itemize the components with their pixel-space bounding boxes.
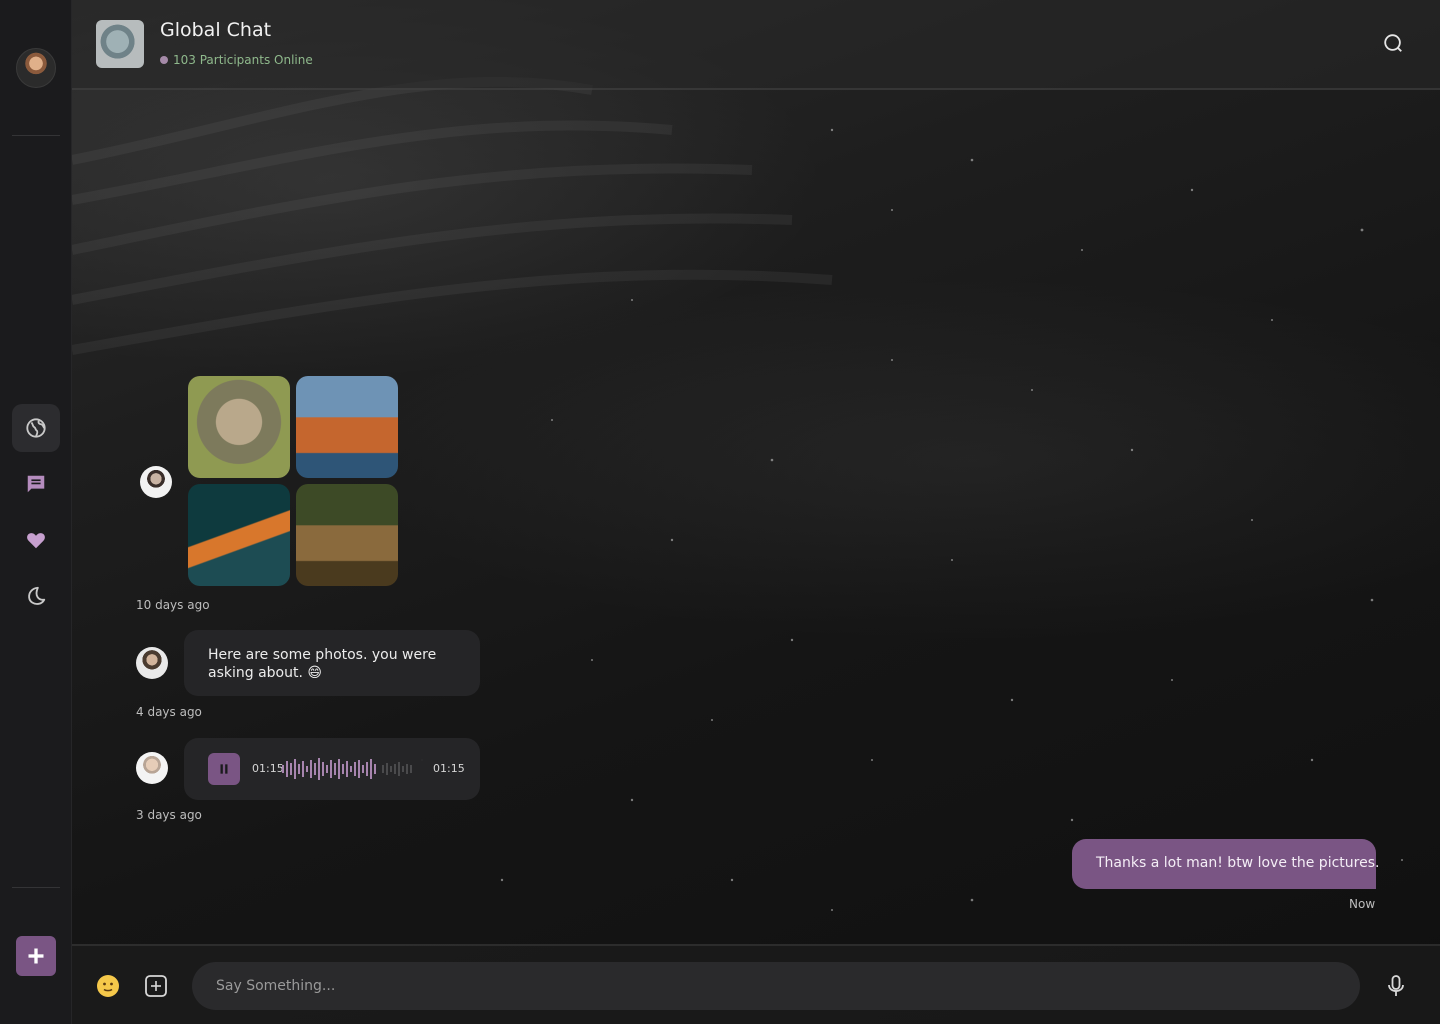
user-avatar[interactable] (16, 48, 56, 88)
online-count: 103 Participants Online (173, 53, 313, 67)
sidebar-item-messages[interactable] (12, 460, 60, 508)
sidebar-divider (12, 887, 60, 888)
moon-icon (28, 586, 46, 605)
message-timestamp: Now (1349, 897, 1376, 911)
audio-waveform[interactable] (282, 756, 422, 782)
message-composer (72, 944, 1440, 1024)
message-timestamp: 10 days ago (136, 598, 210, 612)
sidebar-divider (12, 135, 60, 136)
add-attachment-icon[interactable] (144, 974, 168, 998)
search-icon[interactable] (1382, 32, 1404, 54)
chat-title: Global Chat (160, 19, 272, 41)
photo-gallery (188, 376, 398, 588)
chat-area: Global Chat 103 Participants Online 10 d… (72, 0, 1440, 1024)
voice-message: 01:15 01:15 (184, 738, 480, 800)
chat-app: Global Chat 103 Participants Online 10 d… (0, 0, 1440, 1024)
online-status: 103 Participants Online (160, 53, 313, 67)
message-bubble: Here are some photos. you were asking ab… (184, 630, 480, 696)
message-timestamp: 3 days ago (136, 808, 202, 822)
microphone-icon[interactable] (1384, 974, 1408, 998)
photo-marmot[interactable] (188, 376, 290, 478)
new-chat-button[interactable] (16, 936, 56, 976)
voice-elapsed: 01:15 (252, 762, 284, 775)
sidebar-item-favorites[interactable] (12, 516, 60, 564)
sent-message-bubble: Thanks a lot man! btw love the pictures. (1072, 839, 1379, 889)
globe-icon (26, 418, 46, 438)
voice-duration: 01:15 (433, 762, 465, 775)
sidebar (0, 0, 72, 1024)
message-timestamp: 4 days ago (136, 705, 202, 719)
sidebar-item-global[interactable] (12, 404, 60, 452)
pause-button[interactable] (208, 753, 240, 785)
emoji-icon[interactable] (96, 974, 120, 998)
sender-avatar[interactable] (136, 752, 168, 784)
photo-parrot[interactable] (188, 484, 290, 586)
sender-avatar[interactable] (140, 466, 172, 498)
chat-header: Global Chat 103 Participants Online (72, 0, 1440, 90)
heart-icon (27, 533, 45, 549)
plus-icon (28, 948, 44, 964)
chat-icon (27, 475, 45, 493)
sidebar-item-dark-mode[interactable] (12, 572, 60, 620)
photo-fox[interactable] (296, 376, 398, 478)
sender-avatar[interactable] (136, 647, 168, 679)
photo-deer[interactable] (296, 484, 398, 586)
chat-thumbnail[interactable] (96, 20, 144, 68)
online-dot-icon (160, 56, 168, 64)
message-input[interactable] (192, 962, 1360, 1010)
pause-icon (220, 764, 228, 774)
